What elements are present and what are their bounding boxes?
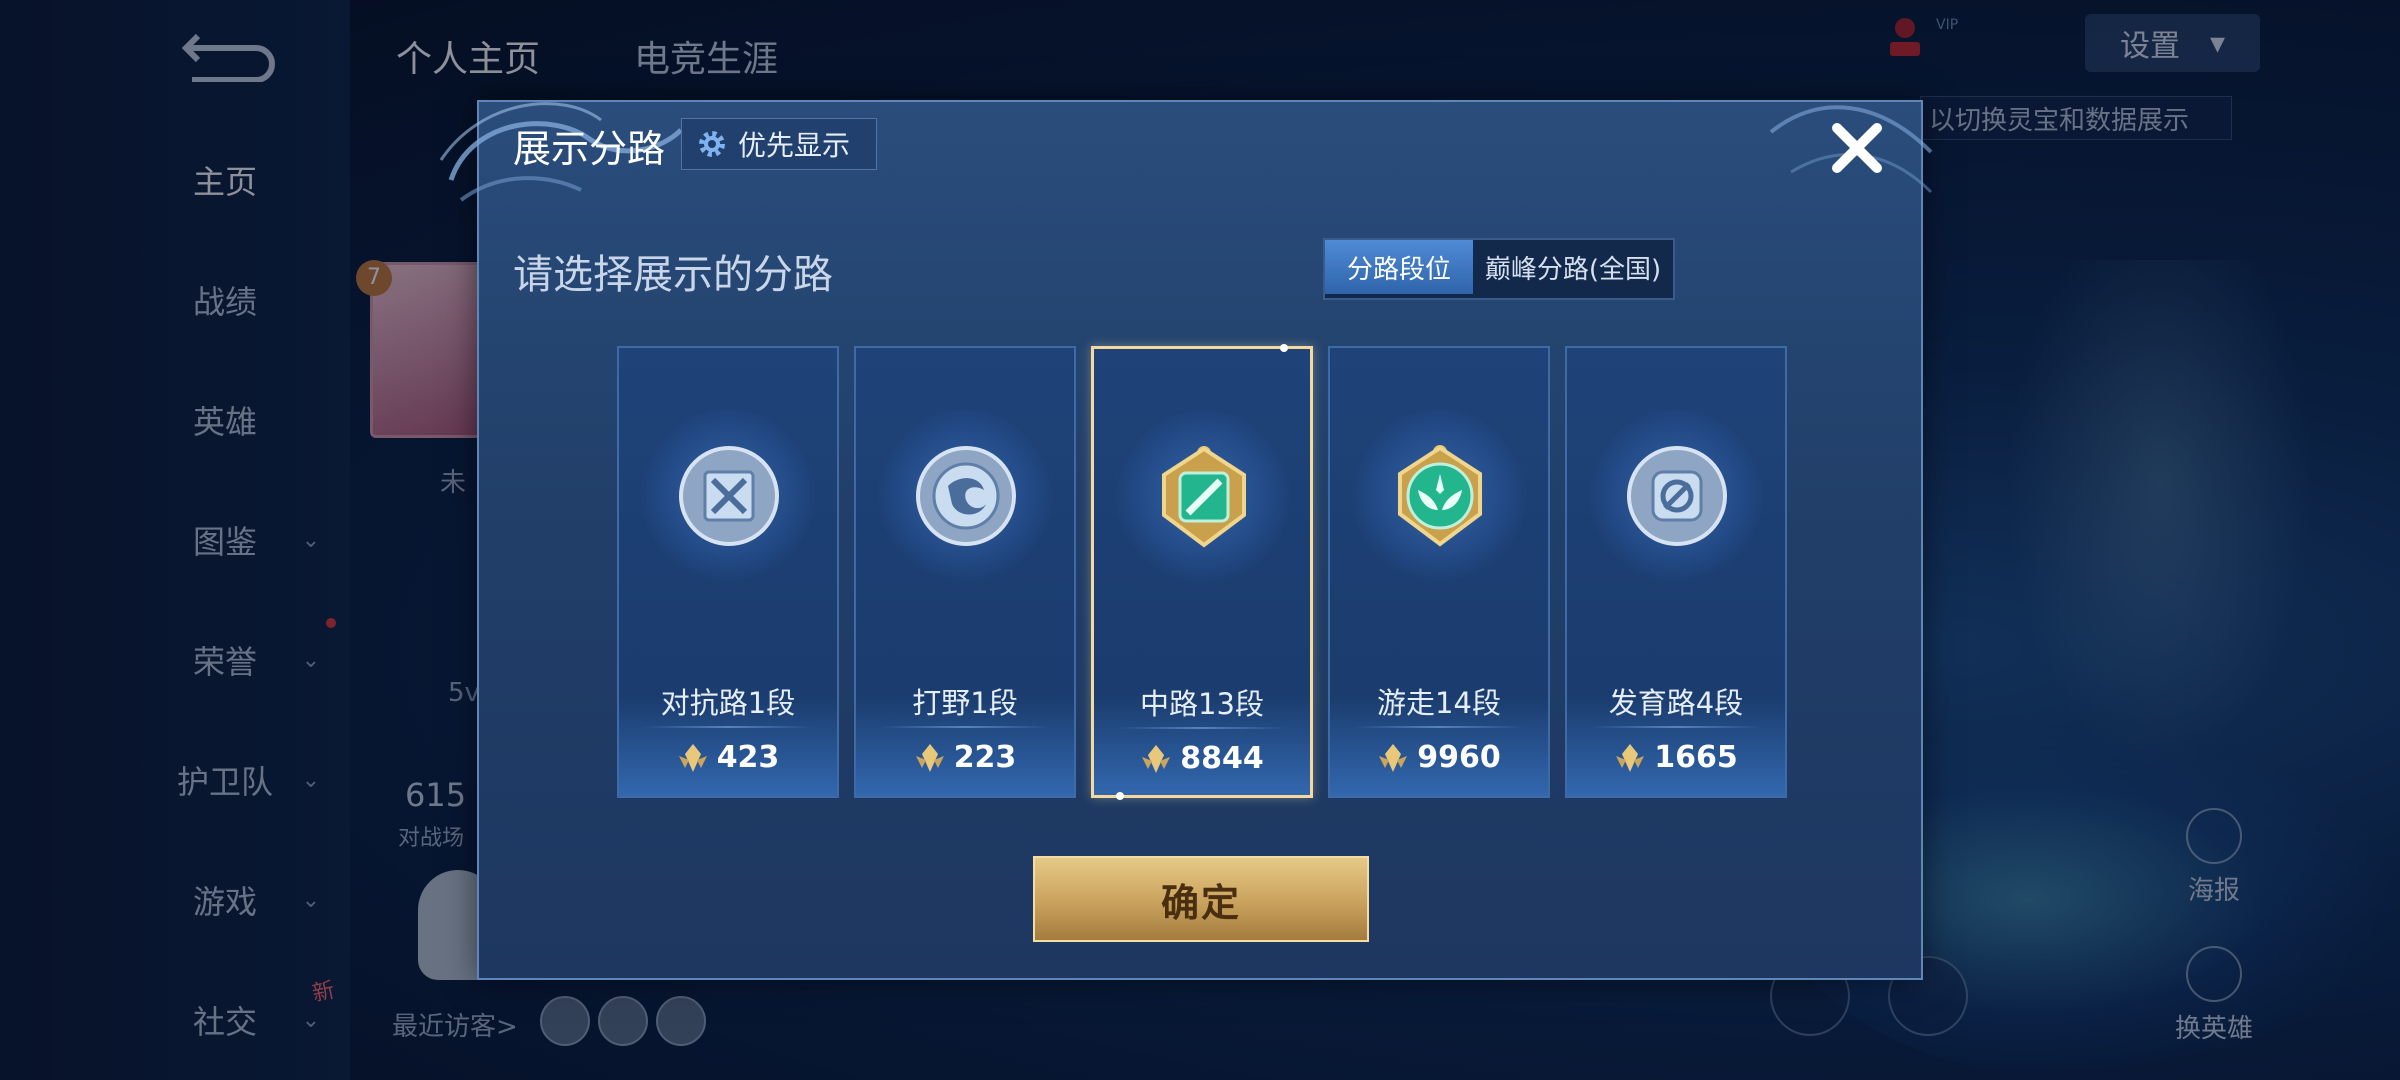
lane-score: 8844 (1094, 741, 1310, 776)
lane-score: 9960 (1330, 740, 1548, 775)
lane-card-clash[interactable]: 对抗路1段 423 (617, 346, 839, 798)
gear-icon (699, 131, 725, 157)
tab-lane-rank[interactable]: 分路段位 (1325, 240, 1473, 294)
dialog-subtitle: 请选择展示的分路 (513, 252, 833, 298)
confirm-button[interactable]: 确定 (1033, 856, 1369, 942)
lane-score: 423 (619, 740, 837, 775)
lane-name: 游走14段 (1377, 686, 1501, 720)
lane-score-value: 8844 (1180, 741, 1264, 776)
lane-name: 中路13段 (1140, 687, 1264, 721)
lane-score-value: 423 (716, 740, 780, 775)
peak-score-icon (915, 743, 944, 772)
lane-name: 对抗路1段 (660, 686, 796, 720)
lane-score-value: 9960 (1417, 740, 1501, 775)
divider (1591, 726, 1761, 728)
priority-display-button[interactable]: 优先显示 (681, 118, 877, 170)
lane-score: 1665 (1567, 740, 1785, 775)
lane-card-mid[interactable]: 中路13段 8844 (1091, 344, 1313, 800)
divider (1118, 727, 1286, 729)
tab-peak-lane-national[interactable]: 巅峰分路(全国) (1473, 240, 1673, 294)
dialog-title: 展示分路 (513, 127, 666, 171)
lane-card-farm[interactable]: 发育路4段 1665 (1565, 346, 1787, 798)
divider (643, 726, 813, 728)
priority-display-label: 优先显示 (738, 129, 851, 162)
lane-card-roam[interactable]: 游走14段 9960 (1328, 346, 1550, 798)
selection-corner-dot (1116, 792, 1124, 800)
peak-score-icon (678, 743, 707, 772)
lane-score-value: 223 (953, 740, 1017, 775)
lane-score-value: 1665 (1654, 740, 1738, 775)
peak-score-icon (1379, 743, 1408, 772)
lane-card-jungle[interactable]: 打野1段 223 (854, 346, 1076, 798)
peak-score-icon (1616, 743, 1645, 772)
rank-type-toggle: 分路段位 巅峰分路(全国) (1323, 238, 1675, 300)
lane-name: 打野1段 (912, 686, 1018, 720)
clash-lane-badge-icon (679, 446, 779, 546)
roam-badge-icon (1398, 445, 1482, 547)
divider (880, 726, 1050, 728)
peak-score-icon (1142, 744, 1171, 773)
divider (1354, 726, 1524, 728)
lane-score: 223 (856, 740, 1074, 775)
close-icon[interactable] (1825, 116, 1889, 180)
lane-options: 对抗路1段 423 打野1段 223 中路13段 8844 游走14段 9960… (617, 344, 1787, 800)
mid-lane-badge-icon (1162, 446, 1246, 548)
jungle-badge-icon (916, 446, 1016, 546)
selection-corner-dot (1280, 344, 1288, 352)
lane-display-dialog: 展示分路 优先显示 请选择展示的分路 分路段位 巅峰分路(全国) 对抗路1段 4… (439, 100, 1933, 980)
farm-lane-badge-icon (1627, 446, 1727, 546)
lane-name: 发育路4段 (1608, 686, 1744, 720)
